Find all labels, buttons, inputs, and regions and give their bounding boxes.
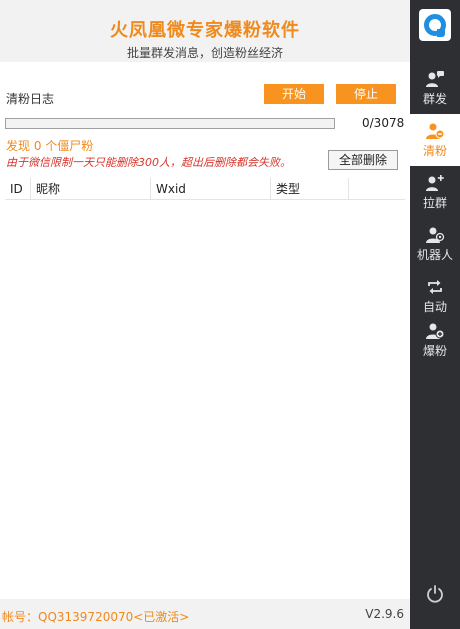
delete-all-button[interactable]: 全部删除 [328,150,398,170]
app-logo [419,9,451,41]
sidebar: 群发 清粉 拉群 机器人 自动 爆粉 [410,0,460,629]
table-header: ID 昵称 Wxid 类型 [5,178,405,200]
user-remove-icon [426,123,445,139]
status-footer: 帐号：QQ3139720070<已激活> V2.9.6 [0,599,410,629]
zombie-fans-table: ID 昵称 Wxid 类型 [5,178,405,200]
progress-bar [5,118,335,129]
column-header-nickname[interactable]: 昵称 [31,178,151,199]
log-label: 清粉日志 [6,92,55,106]
user-plus-icon [426,323,445,339]
main-panel: 火凤凰微专家爆粉软件 批量群发消息，创造粉丝经济 清粉日志 开始 停止 0/30… [0,0,410,629]
sidebar-item-robot[interactable]: 机器人 [410,218,460,270]
progress-count: 0/3078 [362,116,405,130]
sidebar-item-label: 自动 [422,300,447,314]
delete-limit-warning: 由于微信限制一天只能删除300人，超出后删除都会失败。 [6,156,291,169]
column-header-type[interactable]: 类型 [271,178,349,199]
app-title: 火凤凰微专家爆粉软件 [110,20,300,41]
sidebar-item-label: 机器人 [416,248,453,262]
app-subtitle: 批量群发消息，创造粉丝经济 [126,46,283,60]
user-chat-icon [426,71,444,87]
sidebar-item-clean-fans[interactable]: 清粉 [410,114,460,166]
start-button[interactable]: 开始 [264,84,324,104]
app-header: 火凤凰微专家爆粉软件 批量群发消息，创造粉丝经济 [0,0,410,62]
column-header-wxid[interactable]: Wxid [151,178,271,199]
sidebar-item-mass-send[interactable]: 群发 [410,62,460,114]
column-header-extra [349,178,405,199]
logo-tail [437,29,445,37]
stop-button[interactable]: 停止 [336,84,396,104]
found-count-text: 发现 0 个僵尸粉 [6,139,94,153]
user-robot-icon [426,227,445,243]
repeat-icon [428,280,442,294]
account-status: 帐号：QQ3139720070<已激活> [2,610,190,624]
sidebar-item-label: 拉群 [422,196,447,210]
column-header-id[interactable]: ID [5,178,31,199]
version-label: V2.9.6 [365,607,404,621]
power-icon[interactable] [425,584,445,604]
sidebar-item-label: 清粉 [422,144,447,158]
sidebar-item-label: 群发 [422,92,447,106]
user-add-icon [426,175,444,191]
sidebar-item-pull-group[interactable]: 拉群 [410,166,460,218]
sidebar-item-boost-fans[interactable]: 爆粉 [410,314,460,366]
sidebar-item-label: 爆粉 [422,344,447,358]
